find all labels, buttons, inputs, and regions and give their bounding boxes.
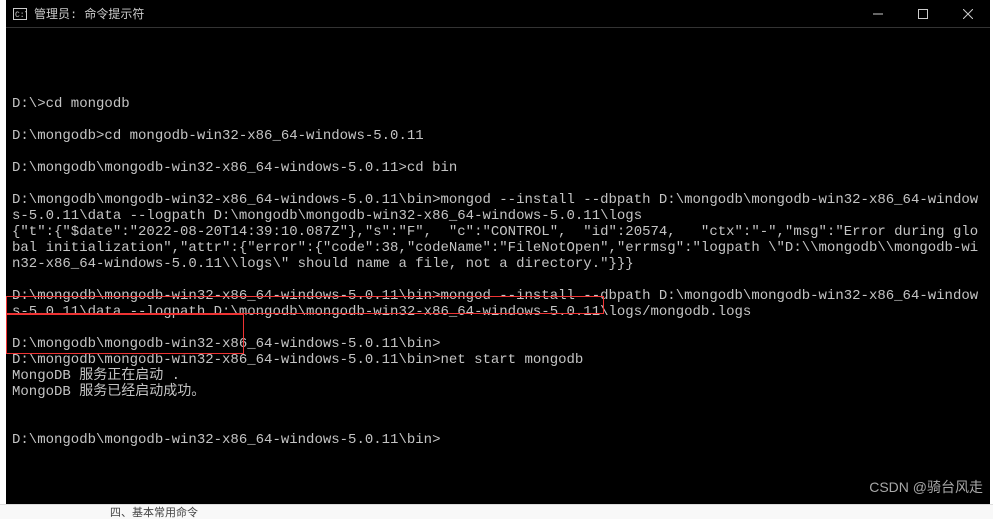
maximize-button[interactable]: [900, 0, 945, 27]
terminal-line: {"t":{"$date":"2022-08-20T14:39:10.087Z"…: [12, 224, 984, 272]
terminal-line: D:\mongodb\mongodb-win32-x86_64-windows-…: [12, 192, 984, 224]
terminal-line: [12, 320, 984, 336]
cmd-window: C:\ 管理员: 命令提示符 D:\>cd mongodb D:\mongodb>…: [6, 0, 990, 504]
terminal-line: D:\mongodb\mongodb-win32-x86_64-windows-…: [12, 352, 984, 368]
titlebar[interactable]: C:\ 管理员: 命令提示符: [6, 0, 990, 28]
terminal-line: [12, 144, 984, 160]
terminal-line: [12, 416, 984, 432]
terminal-line: MongoDB 服务正在启动 .: [12, 368, 984, 384]
terminal-line: D:\mongodb\mongodb-win32-x86_64-windows-…: [12, 160, 984, 176]
terminal-line: [12, 272, 984, 288]
close-button[interactable]: [945, 0, 990, 27]
terminal-content[interactable]: D:\>cd mongodb D:\mongodb>cd mongodb-win3…: [6, 28, 990, 504]
terminal-line: [12, 112, 984, 128]
minimize-button[interactable]: [855, 0, 900, 27]
svg-text:C:\: C:\: [15, 11, 27, 20]
terminal-line: D:\mongodb\mongodb-win32-x86_64-windows-…: [12, 336, 984, 352]
cmd-icon: C:\: [12, 7, 28, 21]
page-fragment-below: 四、基本常用命令: [0, 504, 993, 519]
terminal-line: MongoDB 服务已经启动成功。: [12, 384, 984, 400]
watermark: CSDN @骑台风走: [869, 477, 983, 497]
terminal-line: D:\mongodb\mongodb-win32-x86_64-windows-…: [12, 432, 984, 448]
terminal-line: [12, 80, 984, 96]
terminal-line: D:\mongodb\mongodb-win32-x86_64-windows-…: [12, 288, 984, 320]
window-controls: [855, 0, 990, 27]
terminal-line: [12, 176, 984, 192]
terminal-line: D:\>cd mongodb: [12, 96, 984, 112]
terminal-line: D:\mongodb>cd mongodb-win32-x86_64-windo…: [12, 128, 984, 144]
terminal-line: [12, 400, 984, 416]
window-title: 管理员: 命令提示符: [34, 5, 144, 22]
